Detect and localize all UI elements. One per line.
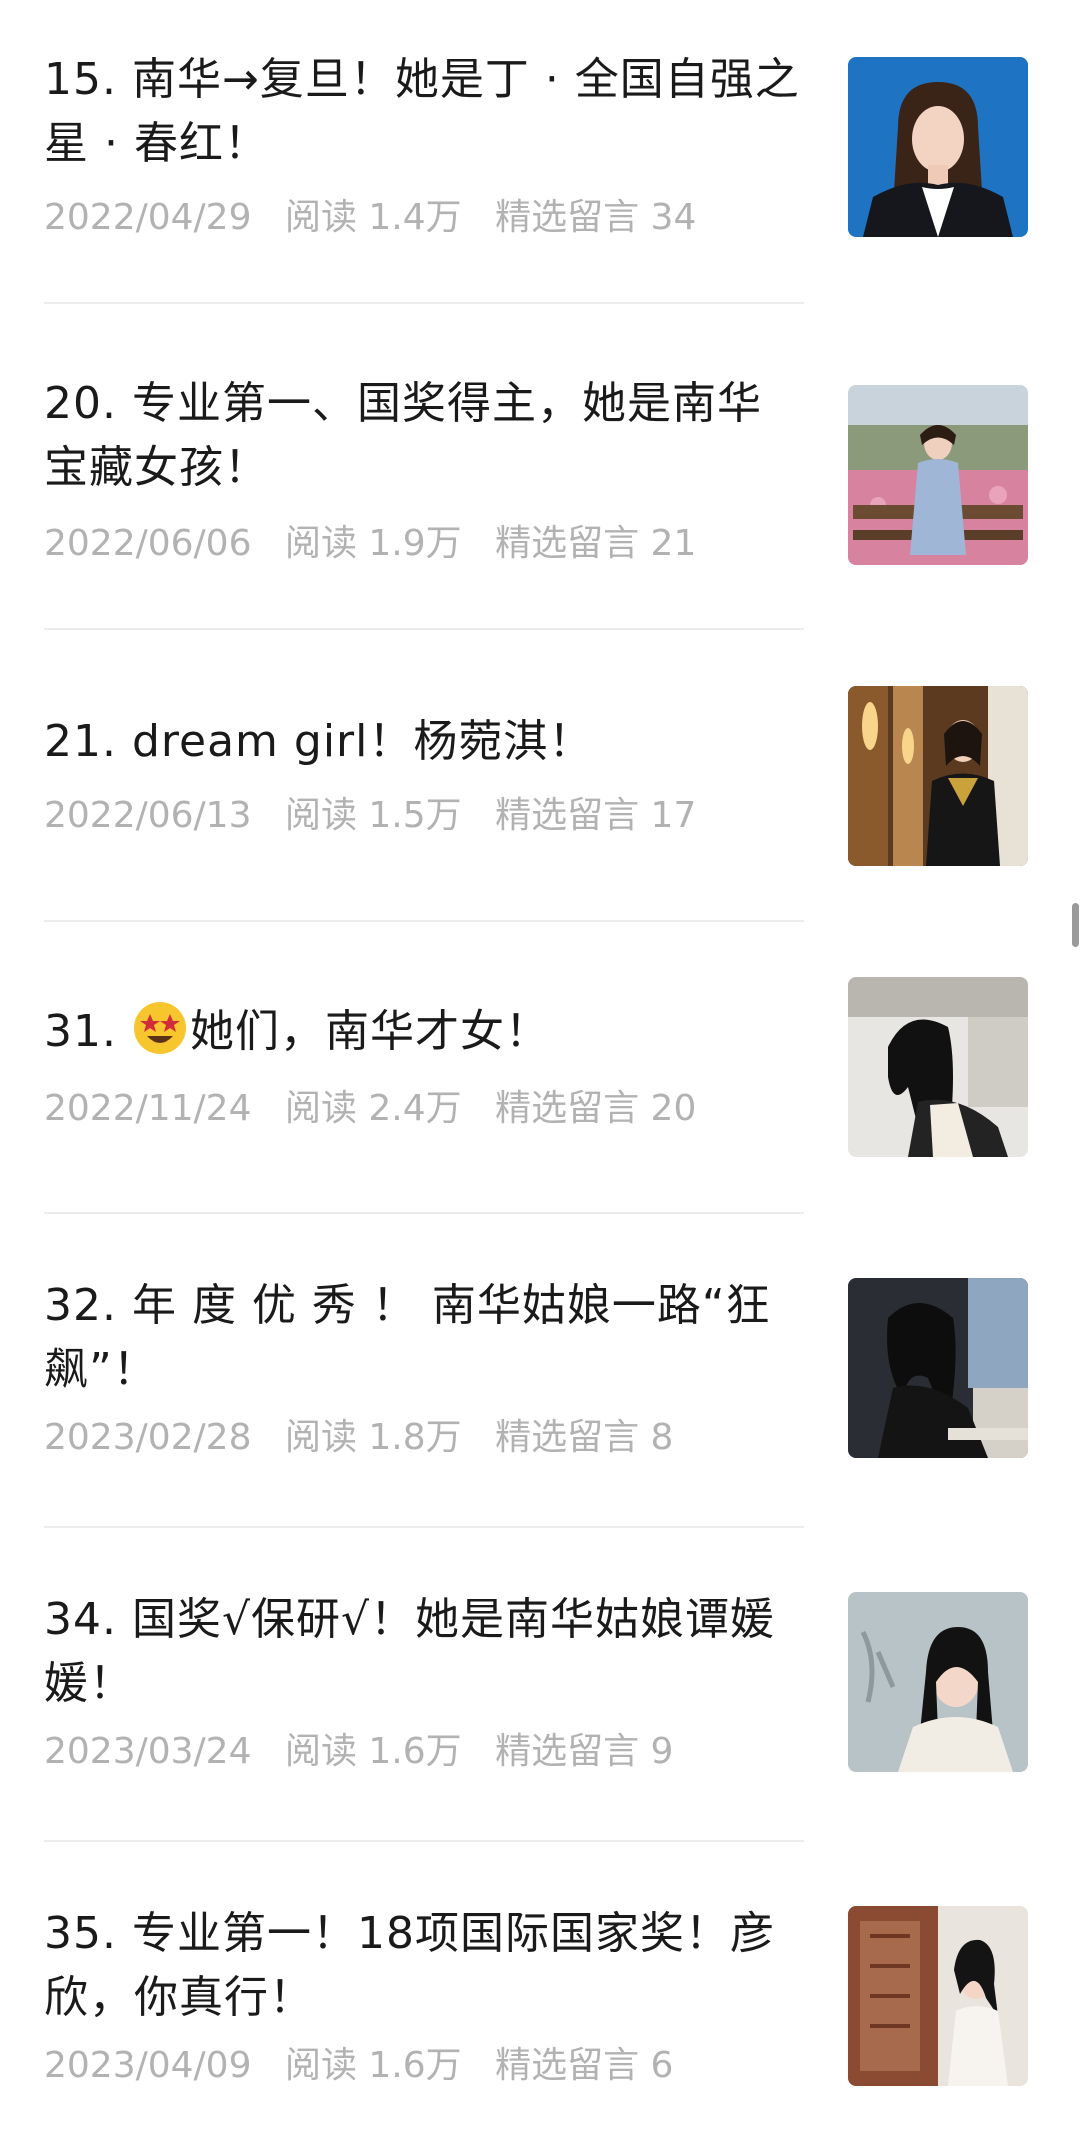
article-thumbnail [848, 977, 1028, 1157]
article-item[interactable]: 31. 她们，南华才女！ 2022/11/24 阅读 2.4万 精选留言 20 [0, 922, 1080, 1212]
article-title: 34. 国奖√保研√！她是南华姑娘谭媛媛！ [44, 1594, 776, 1709]
article-thumbnail [848, 686, 1028, 866]
article-item[interactable]: 20. 专业第一、国奖得主，她是南华宝藏女孩！ 2022/06/06 阅读 1.… [0, 304, 1080, 628]
article-reads: 阅读 1.5万 [284, 795, 462, 836]
article-reads: 阅读 1.8万 [284, 1417, 462, 1458]
article-comments: 精选留言 17 [495, 795, 697, 836]
article-comments: 精选留言 34 [495, 197, 697, 238]
article-date: 2022/06/13 [44, 795, 252, 836]
article-item[interactable]: 35. 专业第一！18项国际国家奖！彦欣，你真行！ 2023/04/09 阅读 … [0, 1842, 1080, 2135]
article-comments: 精选留言 6 [495, 2045, 674, 2086]
article-item[interactable]: 21. dream girl！杨菀淇！ 2022/06/13 阅读 1.5万 精… [0, 630, 1080, 920]
scrollbar-thumb[interactable] [1072, 903, 1079, 947]
article-meta: 2022/06/13 阅读 1.5万 精选留言 17 [44, 794, 804, 838]
article-title: 31. 她们，南华才女！ [44, 1000, 804, 1064]
article-item[interactable]: 32. 年 度 优 秀 ！ 南华姑娘一路“狂飙”！ 2023/02/28 阅读 … [0, 1214, 1080, 1526]
article-title: 35. 专业第一！18项国际国家奖！彦欣，你真行！ [44, 1908, 775, 2023]
article-comments: 精选留言 21 [495, 523, 697, 564]
article-date: 2022/11/24 [44, 1088, 252, 1129]
article-title: 20. 专业第一、国奖得主，她是南华宝藏女孩！ [44, 378, 762, 493]
article-date: 2022/06/06 [44, 523, 252, 564]
article-reads: 阅读 2.4万 [284, 1088, 462, 1129]
article-meta: 2023/02/28 阅读 1.8万 精选留言 8 [44, 1416, 804, 1460]
article-title: 21. dream girl！杨菀淇！ [44, 716, 594, 767]
article-comments: 精选留言 9 [495, 1731, 674, 1772]
article-item[interactable]: 34. 国奖√保研√！她是南华姑娘谭媛媛！ 2023/03/24 阅读 1.6万… [0, 1528, 1080, 1840]
article-meta: 2023/04/09 阅读 1.6万 精选留言 6 [44, 2044, 804, 2088]
article-date: 2022/04/29 [44, 197, 252, 238]
article-thumbnail [848, 1592, 1028, 1772]
article-comments: 精选留言 20 [495, 1088, 697, 1129]
article-meta: 2023/03/24 阅读 1.6万 精选留言 9 [44, 1730, 804, 1774]
article-reads: 阅读 1.6万 [284, 2045, 462, 2086]
article-reads: 阅读 1.4万 [284, 197, 462, 238]
article-list: 15. 南华→复旦！她是丁 · 全国自强之星 · 春红！ 2022/04/29 … [0, 0, 1080, 2135]
article-title-number: 31. [44, 1006, 132, 1057]
article-title: 15. 南华→复旦！她是丁 · 全国自强之星 · 春红！ [44, 54, 800, 169]
article-title-text: 她们，南华才女！ [189, 1006, 550, 1057]
article-thumbnail [848, 57, 1028, 237]
article-meta: 2022/11/24 阅读 2.4万 精选留言 20 [44, 1087, 804, 1131]
article-item[interactable]: 15. 南华→复旦！她是丁 · 全国自强之星 · 春红！ 2022/04/29 … [0, 0, 1080, 300]
article-thumbnail [848, 1278, 1028, 1458]
article-title: 32. 年 度 优 秀 ！ 南华姑娘一路“狂飙”！ [44, 1280, 771, 1395]
article-thumbnail [848, 1906, 1028, 2086]
article-date: 2023/04/09 [44, 2045, 252, 2086]
article-date: 2023/03/24 [44, 1731, 252, 1772]
star-struck-emoji-icon [133, 1002, 186, 1054]
article-meta: 2022/04/29 阅读 1.4万 精选留言 34 [44, 196, 804, 240]
article-comments: 精选留言 8 [495, 1417, 674, 1458]
article-meta: 2022/06/06 阅读 1.9万 精选留言 21 [44, 522, 804, 566]
article-date: 2023/02/28 [44, 1417, 252, 1458]
article-reads: 阅读 1.9万 [284, 523, 462, 564]
article-reads: 阅读 1.6万 [284, 1731, 462, 1772]
article-thumbnail [848, 385, 1028, 565]
